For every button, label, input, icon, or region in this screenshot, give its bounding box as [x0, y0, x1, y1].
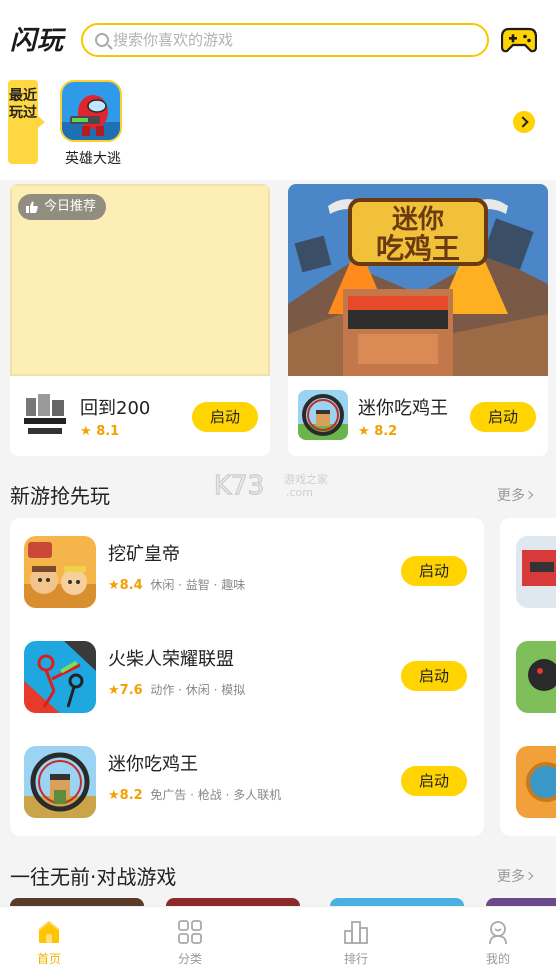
- stickman-glory-game-icon: [24, 641, 96, 713]
- app-screen: 闪玩 最近玩过: [0, 0, 556, 969]
- game-tags: 免广告 · 枪战 · 多人联机: [150, 788, 282, 802]
- rating-value: 7.6: [119, 683, 143, 698]
- rating-value: 8.1: [96, 424, 120, 439]
- tab-category[interactable]: 分类: [150, 907, 230, 969]
- recent-games-row: 最近玩过 英雄大逃: [0, 80, 556, 180]
- game-tags: 休闲 · 益智 · 趣味: [150, 578, 246, 592]
- chevron-right-icon[interactable]: [513, 111, 535, 133]
- game-meta: ★7.6 动作 · 休闲 · 模拟: [108, 681, 245, 698]
- recent-game-name: 英雄大逃: [65, 151, 121, 167]
- star-icon: ★: [108, 788, 120, 803]
- recent-played-tag: 最近玩过: [8, 80, 45, 164]
- robot-game-icon[interactable]: [516, 536, 556, 608]
- tab-label: 分类: [177, 952, 202, 966]
- hero-escape-game-icon: [60, 80, 122, 142]
- new-games-list-next-column: [500, 518, 556, 836]
- tab-label: 首页: [36, 952, 61, 966]
- star-icon: ★: [358, 424, 370, 439]
- new-games-header: 新游抢先玩 更多: [0, 480, 556, 510]
- start-button[interactable]: 启动: [470, 402, 536, 432]
- featured-card[interactable]: 迷你 吃鸡王 迷你吃鸡王 ★ 8.2 启动: [288, 184, 548, 456]
- more-link[interactable]: 更多: [497, 866, 534, 886]
- search-input[interactable]: [113, 29, 473, 51]
- app-logo: 闪玩: [10, 26, 65, 56]
- thumbs-up-icon: [26, 201, 38, 213]
- more-link[interactable]: 更多: [497, 485, 534, 505]
- start-button[interactable]: 启动: [401, 556, 467, 586]
- mini-chicken-king-game-icon: [298, 390, 348, 440]
- bottom-tab-bar: 首页 分类 排行 我的: [0, 906, 556, 969]
- game-name: 挖矿皇帝: [108, 544, 180, 565]
- battle-games-header: 一往无前·对战游戏 更多: [0, 861, 556, 891]
- game-name: 迷你吃鸡王: [108, 754, 198, 775]
- featured-game-name: 迷你吃鸡王: [358, 398, 448, 419]
- svg-text:吃鸡王: 吃鸡王: [376, 232, 460, 265]
- search-bar[interactable]: [81, 23, 489, 57]
- star-icon: ★: [108, 683, 120, 698]
- featured-cards: 今日推荐 回到200 ★ 8.1 启动 迷你 吃鸡王 迷你吃鸡王 ★ 8.2 启…: [0, 184, 556, 464]
- search-icon: [95, 33, 109, 47]
- rating-value: 8.2: [374, 424, 398, 439]
- featured-card[interactable]: 今日推荐 回到200 ★ 8.1 启动: [10, 184, 270, 456]
- tab-label: 我的: [485, 952, 510, 966]
- game-meta: ★8.4 休闲 · 益智 · 趣味: [108, 576, 245, 593]
- recent-game-item[interactable]: 英雄大逃: [60, 80, 126, 168]
- spider-game-icon[interactable]: [516, 641, 556, 713]
- svg-text:迷你: 迷你: [392, 205, 444, 235]
- category-icon: [178, 920, 202, 944]
- list-item[interactable]: 迷你吃鸡王 ★8.2 免广告 · 枪战 · 多人联机 启动: [10, 746, 484, 826]
- rating-value: 8.2: [119, 788, 143, 803]
- list-item[interactable]: 火柴人荣耀联盟 ★7.6 动作 · 休闲 · 模拟 启动: [10, 641, 484, 721]
- today-recommend-label: 今日推荐: [44, 199, 97, 214]
- game-name: 火柴人荣耀联盟: [108, 649, 234, 670]
- more-label: 更多: [497, 869, 525, 885]
- section-title: 一往无前·对战游戏: [10, 865, 177, 889]
- gamepad-icon[interactable]: [501, 27, 537, 53]
- tab-home[interactable]: 首页: [9, 907, 89, 969]
- chevron-right-icon: [524, 490, 534, 500]
- today-recommend-badge: 今日推荐: [18, 194, 107, 220]
- start-button[interactable]: 启动: [192, 402, 258, 432]
- tab-profile[interactable]: 我的: [458, 907, 538, 969]
- chevron-right-icon: [524, 871, 534, 881]
- start-button[interactable]: 启动: [401, 766, 467, 796]
- game-tags: 动作 · 休闲 · 模拟: [150, 683, 246, 697]
- featured-banner[interactable]: 迷你 吃鸡王: [288, 184, 548, 376]
- featured-game-name: 回到200: [80, 398, 151, 419]
- ranking-icon: [344, 921, 368, 944]
- profile-icon: [489, 921, 507, 945]
- list-item[interactable]: 挖矿皇帝 ★8.4 休闲 · 益智 · 趣味 启动: [10, 536, 484, 616]
- mini-chicken-king-game-icon: [24, 746, 96, 818]
- tab-label: 排行: [343, 952, 368, 966]
- featured-game-rating: ★ 8.1: [80, 424, 119, 439]
- section-title: 新游抢先玩: [10, 484, 110, 508]
- star-icon: ★: [108, 578, 120, 593]
- top-header: 闪玩: [0, 0, 556, 80]
- new-games-list: 挖矿皇帝 ★8.4 休闲 · 益智 · 趣味 启动 火柴人荣耀联盟 ★7.6 动…: [10, 518, 484, 836]
- game-meta: ★8.2 免广告 · 枪战 · 多人联机: [108, 786, 281, 803]
- more-label: 更多: [497, 488, 525, 504]
- tab-ranking[interactable]: 排行: [316, 907, 396, 969]
- rating-value: 8.4: [119, 578, 143, 593]
- star-icon: ★: [80, 424, 92, 439]
- mining-emperor-game-icon: [24, 536, 96, 608]
- submarine-game-icon[interactable]: [516, 746, 556, 818]
- featured-game-rating: ★ 8.2: [358, 424, 397, 439]
- home-icon: [38, 920, 60, 943]
- back-to-200-game-icon: [20, 390, 70, 440]
- start-button[interactable]: 启动: [401, 661, 467, 691]
